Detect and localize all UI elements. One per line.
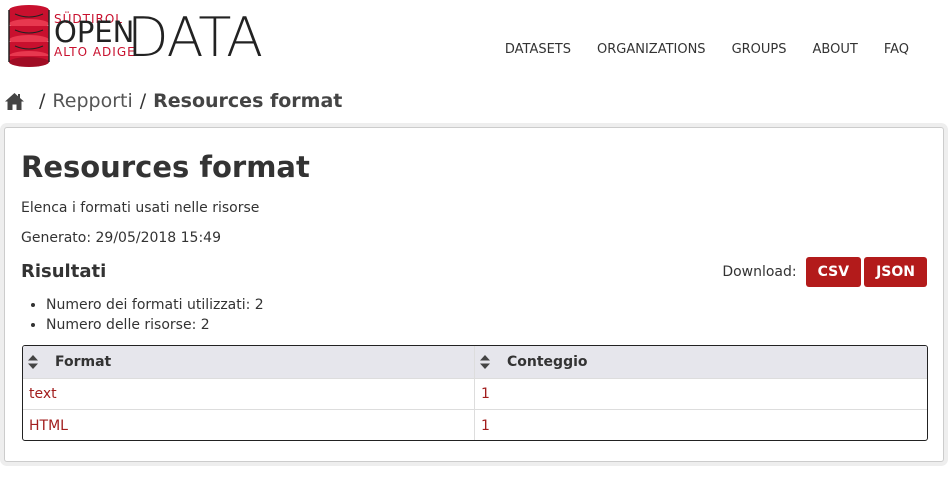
logo-data-text: DATA	[127, 6, 263, 69]
breadcrumb: / Repporti / Resources format	[4, 89, 342, 113]
table-cell-format[interactable]: HTML	[23, 410, 475, 440]
table-row: text 1	[23, 379, 927, 410]
nav-organizations[interactable]: ORGANIZATIONS	[597, 41, 706, 59]
results-heading: Risultati	[21, 261, 107, 282]
page-title: Resources format	[21, 150, 310, 184]
table-header: Format Conteggio	[23, 346, 927, 379]
nav-about[interactable]: ABOUT	[813, 41, 858, 59]
report-card: Resources format Elenca i formati usati …	[4, 127, 944, 462]
table-cell-format[interactable]: text	[23, 379, 475, 409]
logo-open-text: OPEN	[54, 15, 135, 49]
main-nav: DATASETS ORGANIZATIONS GROUPS ABOUT FAQ	[492, 41, 948, 59]
site-header: SÜDTIROL OPEN ALTO ADIGE DATA DATASETS O…	[0, 0, 948, 80]
nav-faq[interactable]: FAQ	[884, 41, 909, 59]
download-group: Download: CSV JSON	[722, 257, 927, 287]
sort-icon	[28, 355, 38, 369]
breadcrumb-parent[interactable]: Repporti	[52, 90, 132, 112]
report-description: Elenca i formati usati nelle risorse	[21, 200, 260, 216]
results-summary: Numero dei formati utilizzati: 2 Numero …	[46, 295, 264, 335]
breadcrumb-separator: /	[39, 90, 46, 112]
column-header-label: Conteggio	[507, 354, 588, 370]
generated-timestamp: Generato: 29/05/2018 15:49	[21, 230, 221, 246]
database-logo-icon	[8, 5, 50, 67]
summary-formats-count: Numero dei formati utilizzati: 2	[46, 295, 264, 315]
download-label: Download:	[722, 264, 797, 280]
column-header-label: Format	[55, 354, 112, 370]
breadcrumb-current: Resources format	[153, 90, 343, 112]
download-json-button[interactable]: JSON	[864, 257, 927, 287]
logo-bottom-text: ALTO ADIGE	[54, 45, 136, 59]
results-table: Format Conteggio text 1 HTML 1	[22, 345, 928, 441]
table-cell-count[interactable]: 1	[475, 410, 927, 440]
download-csv-button[interactable]: CSV	[805, 257, 862, 287]
home-icon[interactable]	[4, 92, 25, 111]
table-row: HTML 1	[23, 410, 927, 440]
column-header-format[interactable]: Format	[23, 346, 475, 378]
table-cell-count[interactable]: 1	[475, 379, 927, 409]
nav-datasets[interactable]: DATASETS	[505, 41, 571, 59]
column-header-count[interactable]: Conteggio	[475, 346, 927, 378]
nav-groups[interactable]: GROUPS	[732, 41, 787, 59]
summary-resources-count: Numero delle risorse: 2	[46, 315, 264, 335]
breadcrumb-separator: /	[139, 90, 147, 112]
sort-icon	[480, 355, 490, 369]
site-logo[interactable]: SÜDTIROL OPEN ALTO ADIGE DATA	[4, 4, 263, 70]
